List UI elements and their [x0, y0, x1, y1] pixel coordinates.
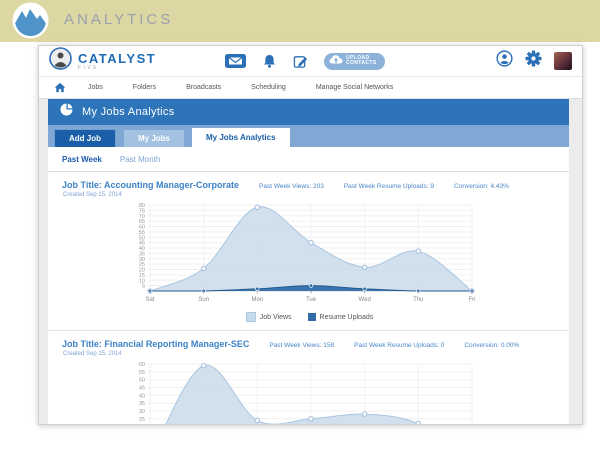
job-section-1: Job Title: Accounting Manager-Corporate … [48, 172, 569, 330]
job-stat-uploads: Past Week Resume Uploads: 0 [354, 342, 445, 349]
main-nav: Jobs Folders Broadcasts Scheduling Manag… [39, 77, 582, 99]
svg-text:80: 80 [139, 203, 145, 209]
cloud-upload-icon [329, 52, 343, 70]
app-topbar: CATALYST FIVE UPLOAD CONTACTS [39, 46, 582, 77]
job-stat-conversion: Conversion: 4.43% [454, 183, 509, 190]
svg-text:70: 70 [139, 214, 145, 220]
topbar-right-icons [484, 50, 572, 72]
svg-text:Sun: Sun [198, 297, 209, 303]
brand-subtitle: FIVE [78, 64, 100, 71]
svg-text:60: 60 [139, 362, 145, 368]
svg-text:75: 75 [139, 208, 145, 214]
time-filter-row: Past Week Past Month [48, 147, 569, 172]
svg-text:55: 55 [139, 370, 145, 376]
filter-past-month[interactable]: Past Month [120, 155, 160, 164]
svg-text:45: 45 [139, 386, 145, 392]
tab-my-jobs[interactable]: My Jobs [124, 130, 185, 147]
analytics-banner: ANALYTICS [0, 0, 600, 42]
svg-text:50: 50 [139, 235, 145, 241]
job-stat-uploads: Past Week Resume Uploads: 9 [343, 183, 435, 190]
job-title-row: Job Title: Financial Reporting Manager-S… [62, 339, 557, 349]
brand-text: CATALYST FIVE [78, 52, 156, 71]
svg-text:Fri: Fri [469, 297, 476, 303]
job-stat-views: Past Week Views: 158 [269, 342, 335, 349]
svg-text:Tue: Tue [306, 297, 317, 303]
svg-text:35: 35 [139, 251, 145, 257]
profile-avatar[interactable] [554, 52, 572, 70]
job-title-row: Job Title: Accounting Manager-Corporate … [62, 180, 557, 190]
nav-item-folders[interactable]: Folders [133, 84, 156, 91]
banner-title: ANALYTICS [64, 11, 174, 28]
svg-text:Thu: Thu [413, 297, 423, 303]
filter-past-week[interactable]: Past Week [62, 155, 102, 164]
brand-name: CATALYST [78, 50, 157, 66]
svg-text:10: 10 [139, 278, 145, 284]
job-analytics-chart-1[interactable]: 5 10 15 20 25 30 35 40 45 50 55 60 65 70 75 80 Sat Sun Mon… [120, 201, 557, 311]
job-title[interactable]: Job Title: Financial Reporting Manager-S… [62, 339, 249, 349]
svg-text:50: 50 [139, 378, 145, 384]
svg-text:Wed: Wed [359, 297, 371, 303]
svg-text:30: 30 [139, 257, 145, 263]
job-title[interactable]: Job Title: Accounting Manager-Corporate [62, 180, 239, 190]
legend-job-views: Job Views [245, 312, 292, 322]
upload-contacts-button[interactable]: UPLOAD CONTACTS [324, 52, 385, 70]
svg-text:Sat: Sat [145, 297, 154, 303]
svg-text:25: 25 [139, 417, 145, 423]
svg-text:35: 35 [139, 401, 145, 407]
brand[interactable]: CATALYST FIVE [49, 47, 209, 75]
svg-text:45: 45 [139, 241, 145, 247]
job-stat-views: Past Week Views: 203 [259, 183, 324, 190]
svg-text:5: 5 [142, 284, 145, 290]
app-window: CATALYST FIVE UPLOAD CONTACTS Jobs Folde… [38, 45, 583, 425]
nav-item-broadcasts[interactable]: Broadcasts [186, 84, 221, 91]
compose-icon[interactable] [293, 54, 308, 69]
job-analytics-chart-2[interactable]: 51015202530354045505560SatSunMonTueWedTh… [120, 360, 557, 424]
svg-text:20: 20 [139, 268, 145, 274]
page-title: My Jobs Analytics [82, 106, 175, 118]
upload-contacts-label: UPLOAD CONTACTS [346, 55, 377, 66]
legend-resume-uploads: Resume Uploads [307, 313, 373, 321]
tab-my-jobs-analytics[interactable]: My Jobs Analytics [192, 128, 290, 147]
job-created-date: Created Sep 15, 2014 [63, 351, 122, 357]
job-views-swatch [245, 312, 256, 322]
card-header: My Jobs Analytics [48, 99, 569, 125]
svg-text:60: 60 [139, 225, 145, 231]
svg-text:65: 65 [139, 219, 145, 225]
job-section-2: Job Title: Financial Reporting Manager-S… [48, 330, 569, 424]
svg-text:15: 15 [139, 273, 145, 279]
add-job-button[interactable]: Add Job [54, 129, 116, 147]
nav-item-manage-social-networks[interactable]: Manage Social Networks [316, 84, 393, 91]
job-created-date: Created Sep 15, 2014 [63, 192, 122, 198]
mountain-logo-icon [12, 2, 49, 44]
svg-text:40: 40 [139, 393, 145, 399]
svg-text:25: 25 [139, 262, 145, 268]
analytics-card: My Jobs Analytics Add Job My Jobs My Job… [48, 99, 569, 424]
account-icon[interactable] [496, 50, 513, 72]
bell-icon[interactable] [262, 54, 277, 69]
content-area: My Jobs Analytics Add Job My Jobs My Job… [39, 99, 582, 424]
svg-text:Mon: Mon [251, 297, 263, 303]
svg-text:30: 30 [139, 409, 145, 415]
home-icon[interactable] [54, 82, 66, 93]
svg-text:40: 40 [139, 246, 145, 252]
resume-uploads-swatch [307, 313, 316, 321]
job-stat-conversion: Conversion: 0.00% [464, 342, 520, 349]
pie-chart-icon [60, 103, 73, 121]
chart-legend: Job Views Resume Uploads [62, 312, 557, 322]
svg-text:55: 55 [139, 230, 145, 236]
mail-icon[interactable] [225, 54, 246, 68]
gear-icon[interactable] [525, 50, 542, 72]
nav-item-jobs[interactable]: Jobs [88, 84, 103, 91]
tab-strip: Add Job My Jobs My Jobs Analytics [48, 125, 569, 147]
nav-item-scheduling[interactable]: Scheduling [251, 84, 286, 91]
person-circle-logo-icon [49, 47, 72, 75]
